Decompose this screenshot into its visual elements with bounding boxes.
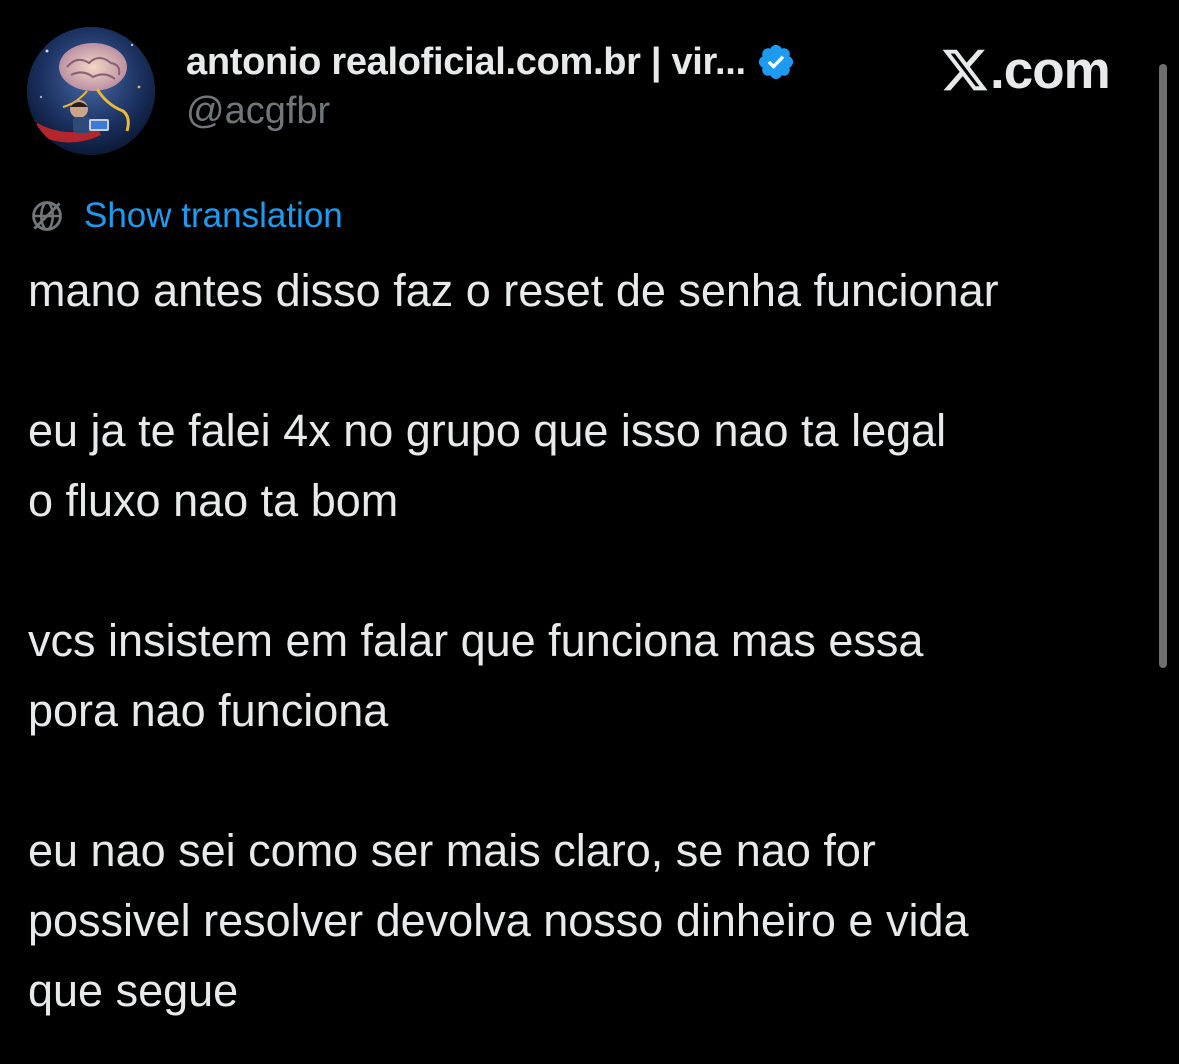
- show-translation-row[interactable]: Show translation: [28, 194, 343, 238]
- tweet-line: pora nao funciona: [28, 685, 389, 736]
- tweet-text: mano antes disso faz o reset de senha fu…: [28, 256, 1148, 1026]
- tweet-line: vcs insistem em falar que funciona mas e…: [28, 615, 924, 666]
- author-display-name[interactable]: antonio realoficial.com.br | vir...: [186, 41, 746, 84]
- tweet-line: o fluxo nao ta bom: [28, 475, 399, 526]
- author-name-row[interactable]: antonio realoficial.com.br | vir...: [186, 36, 796, 88]
- author-handle[interactable]: @acgfbr: [186, 90, 330, 133]
- tweet-line: eu nao sei como ser mais claro, se nao f…: [28, 825, 876, 876]
- show-translation-link[interactable]: Show translation: [84, 196, 343, 236]
- brand-site-text: .com: [990, 40, 1111, 100]
- tweet-line: eu ja te falei 4x no grupo que isso nao …: [28, 405, 947, 456]
- verified-badge-icon[interactable]: [756, 42, 796, 82]
- tweet-line: mano antes disso faz o reset de senha fu…: [28, 265, 999, 316]
- x-logo-icon: [942, 49, 988, 91]
- avatar[interactable]: [27, 27, 155, 155]
- scrollbar[interactable]: [1159, 64, 1167, 668]
- tweet-line: que segue: [28, 965, 239, 1016]
- globe-icon: [32, 201, 62, 231]
- x-brand-watermark: .com: [940, 40, 1111, 100]
- tweet-line: possivel resolver devolva nosso dinheiro…: [28, 895, 969, 946]
